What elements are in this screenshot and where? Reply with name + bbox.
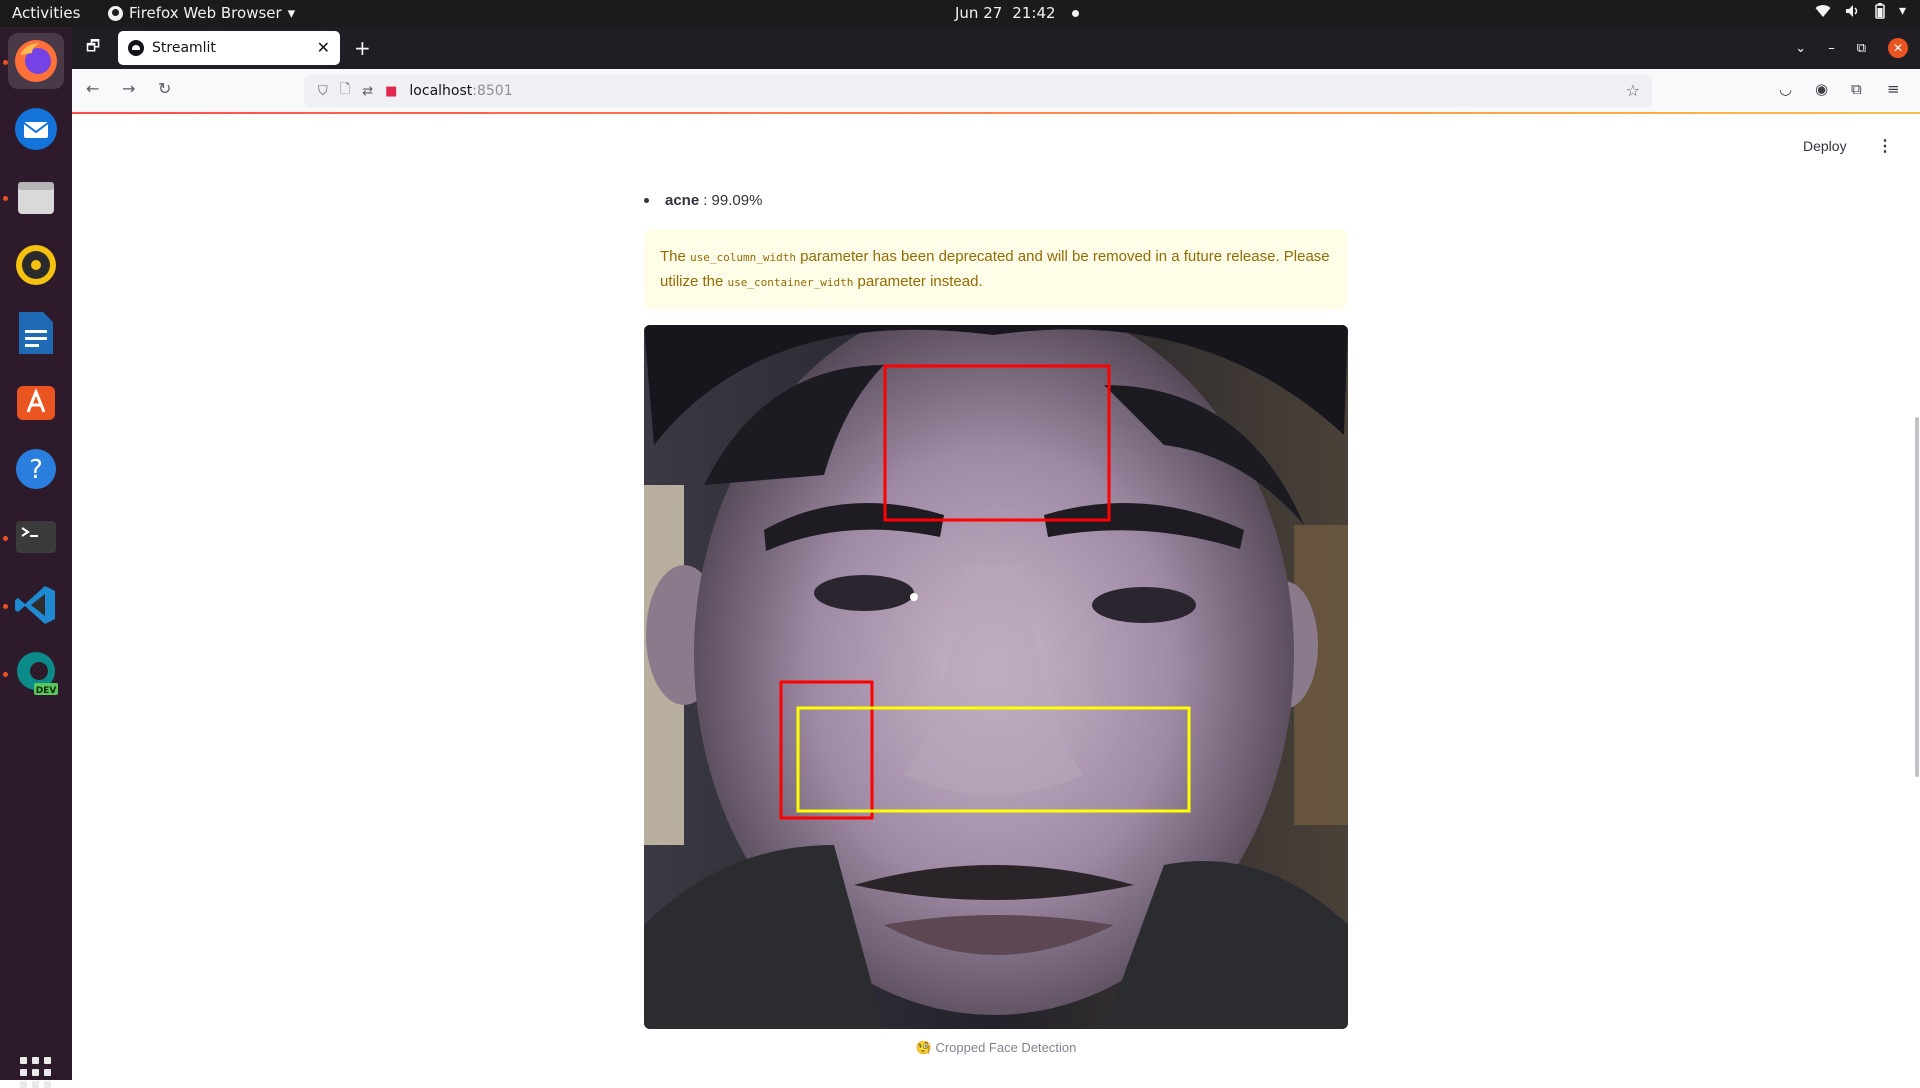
streamlit-app: Deploy ⋮ acne : 99.09% The use_column_wi… (72, 114, 1920, 1080)
url-port: :8501 (472, 83, 513, 99)
warning-text-1: The (660, 248, 691, 265)
notification-dot-icon (1071, 9, 1079, 17)
files-icon (18, 182, 54, 214)
dock: ? DEV (0, 27, 72, 1088)
firefox-icon (15, 40, 57, 82)
dock-firefox[interactable] (8, 33, 64, 89)
help-icon: ? (16, 449, 56, 489)
libreoffice-writer-icon (19, 312, 53, 354)
clock-time: 21:42 (1012, 4, 1056, 22)
warning-code-2: use_container_width (727, 276, 854, 289)
permissions-icon[interactable]: ⇄ (362, 84, 373, 99)
window-controls: ⌄ – ⧉ ✕ (1795, 27, 1920, 69)
rhythmbox-icon (16, 245, 56, 285)
svg-text:?: ? (29, 455, 43, 485)
tab-streamlit[interactable]: Streamlit ✕ (118, 31, 340, 65)
restore-icon[interactable]: ⧉ (1857, 41, 1866, 56)
tab-list-icon[interactable]: 🗗 (82, 37, 104, 59)
dock-edge-dev[interactable]: DEV (8, 645, 64, 701)
power-menu-icon: ▾ (1898, 3, 1906, 19)
close-tab-icon[interactable]: ✕ (317, 38, 330, 57)
tab-strip: 🗗 Streamlit ✕ + ⌄ – ⧉ ✕ (72, 27, 1920, 69)
running-indicator (3, 604, 8, 609)
running-indicator (3, 672, 8, 677)
url-bar[interactable]: ⛉ 🗋 ⇄ ■ localhost:8501 ☆ (304, 75, 1652, 107)
page-info-icon[interactable]: 🗋 (340, 80, 350, 102)
thunderbird-icon (15, 108, 57, 150)
edge-dev-icon: DEV (17, 652, 58, 696)
url-text: localhost:8501 (409, 83, 512, 99)
face-detection-image (644, 325, 1348, 1029)
account-icon[interactable]: ◉ (1815, 80, 1828, 98)
firefox-mini-icon (108, 5, 123, 21)
wifi-icon (1815, 5, 1831, 18)
deprecation-warning: The use_column_width parameter has been … (644, 229, 1348, 309)
system-top-bar: Activities Firefox Web Browser ▾ Jun 27 … (0, 0, 1920, 27)
new-tab-icon[interactable]: + (354, 36, 371, 60)
bullet-icon (644, 198, 649, 203)
close-window-icon[interactable]: ✕ (1888, 38, 1908, 58)
tracking-protection-icon[interactable]: ⛉ (318, 84, 328, 99)
dock-files[interactable] (8, 169, 64, 225)
volume-icon (1845, 5, 1858, 17)
forward-icon[interactable]: → (122, 79, 135, 98)
vscode-icon (15, 586, 55, 624)
warning-text-3: parameter instead. (853, 273, 983, 290)
pocket-icon[interactable]: ◡ (1779, 80, 1792, 98)
minimize-icon[interactable]: – (1828, 41, 1835, 56)
edge-dev-badge: DEV (36, 686, 57, 696)
page-scrollbar[interactable] (1915, 417, 1919, 777)
deploy-button[interactable]: Deploy (1803, 138, 1847, 154)
running-indicator (3, 60, 8, 65)
tab-title: Streamlit (152, 40, 216, 56)
dock-terminal[interactable] (8, 509, 64, 565)
prediction-label: acne (665, 192, 700, 209)
clock-date: Jun 27 (955, 4, 1003, 22)
dock-rhythmbox[interactable] (8, 237, 64, 293)
clock[interactable]: Jun 27 21:42 (955, 4, 1079, 22)
battery-icon (1875, 3, 1885, 19)
back-icon[interactable]: ← (86, 79, 99, 98)
prediction-list-item: acne : 99.09% (644, 192, 762, 209)
terminal-icon (16, 521, 56, 553)
nav-toolbar: ← → ↻ ⛉ 🗋 ⇄ ■ localhost:8501 ☆ ◡ ◉ ⧉ ≡ (72, 69, 1920, 113)
streamlit-favicon-icon (128, 40, 144, 56)
running-indicator (3, 196, 8, 201)
url-host: localhost (409, 83, 473, 99)
camera-sharing-icon[interactable]: ■ (385, 84, 397, 99)
image-caption: 🧐 Cropped Face Detection (915, 1040, 1077, 1055)
warning-code-1: use_column_width (690, 251, 796, 264)
list-all-tabs-icon[interactable]: ⌄ (1795, 41, 1806, 56)
prediction-value: : 99.09% (703, 192, 763, 209)
dock-help[interactable]: ? (8, 441, 64, 497)
dock-app-center[interactable] (8, 373, 64, 429)
app-center-icon (17, 386, 55, 420)
system-tray[interactable]: ▾ (1815, 3, 1906, 19)
running-indicator (3, 536, 8, 541)
app-menu-icon[interactable]: ≡ (1887, 80, 1900, 98)
app-menu[interactable]: Firefox Web Browser ▾ (108, 4, 295, 22)
reload-icon[interactable]: ↻ (158, 79, 171, 98)
activities-button[interactable]: Activities (12, 4, 80, 22)
dock-writer[interactable] (8, 305, 64, 361)
app-menu-label: Firefox Web Browser (129, 4, 282, 22)
dock-thunderbird[interactable] (8, 101, 64, 157)
extensions-icon[interactable]: ⧉ (1851, 80, 1862, 98)
chevron-down-icon: ▾ (287, 4, 296, 22)
face-photo-render (644, 325, 1348, 1029)
show-apps-icon[interactable] (20, 1057, 51, 1088)
dock-vscode[interactable] (8, 577, 64, 633)
bookmark-star-icon[interactable]: ☆ (1626, 81, 1640, 100)
main-menu-icon[interactable]: ⋮ (1877, 136, 1893, 156)
